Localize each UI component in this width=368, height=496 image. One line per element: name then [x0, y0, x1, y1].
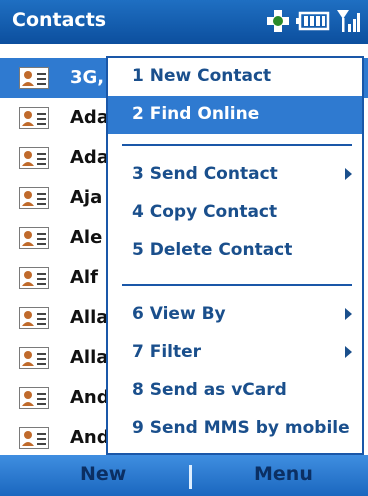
- contact-card-icon: [19, 427, 49, 449]
- app-title: Contacts: [12, 9, 107, 31]
- submenu-arrow-icon: [345, 168, 352, 180]
- connectivity-icon: [267, 10, 289, 32]
- contact-name: 3G,: [70, 67, 105, 88]
- softkey-divider: [189, 465, 192, 489]
- menu-item-send-contact[interactable]: 3 Send Contact: [108, 156, 362, 194]
- battery-icon: [296, 11, 330, 31]
- contact-card-icon: [19, 67, 49, 89]
- contact-name: Alla: [70, 307, 109, 328]
- contact-name: Aja: [70, 187, 103, 208]
- title-bar: Contacts: [0, 0, 368, 44]
- menu-separator: [122, 284, 352, 286]
- menu-item-new-contact[interactable]: 1 New Contact: [108, 58, 362, 96]
- contact-name: Ada: [70, 107, 109, 128]
- menu-item-delete-contact[interactable]: 5 Delete Contact: [108, 232, 362, 270]
- menu-item-label: 3 Send Contact: [132, 164, 278, 184]
- contact-card-icon: [19, 227, 49, 249]
- menu-item-find-online[interactable]: 2 Find Online: [108, 96, 362, 134]
- menu-item-label: 9 Send MMS by mobile: [132, 418, 350, 438]
- contact-card-icon: [19, 307, 49, 329]
- menu-item-label: 8 Send as vCard: [132, 380, 287, 400]
- contact-card-icon: [19, 187, 49, 209]
- contact-card-icon: [19, 387, 49, 409]
- contact-name: Ada: [70, 147, 109, 168]
- menu-item-send-vcard[interactable]: 8 Send as vCard: [108, 372, 362, 410]
- contact-card-icon: [19, 267, 49, 289]
- menu-item-view-by[interactable]: 6 View By: [108, 296, 362, 334]
- contact-name: And: [70, 427, 110, 448]
- submenu-arrow-icon: [345, 308, 352, 320]
- menu-item-label: 1 New Contact: [132, 66, 272, 86]
- menu-item-label: 5 Delete Contact: [132, 240, 293, 260]
- contact-card-icon: [19, 107, 49, 129]
- contact-name: And: [70, 387, 110, 408]
- contact-card-icon: [19, 347, 49, 369]
- contact-name: Ale: [70, 227, 103, 248]
- right-softkey-menu[interactable]: Menu: [254, 463, 313, 485]
- signal-icon: [337, 10, 360, 32]
- softkey-bar: New Menu: [0, 455, 368, 496]
- left-softkey-new[interactable]: New: [80, 463, 126, 485]
- contact-card-icon: [19, 147, 49, 169]
- menu-item-filter[interactable]: 7 Filter: [108, 334, 362, 372]
- contact-name: Alf: [70, 267, 98, 288]
- contact-name: Alla: [70, 347, 109, 368]
- status-icons: [266, 8, 360, 34]
- new-popup-menu: 1 New Contact 2 Find Online 3 Send Conta…: [106, 56, 364, 455]
- submenu-arrow-icon: [345, 346, 352, 358]
- menu-item-copy-contact[interactable]: 4 Copy Contact: [108, 194, 362, 232]
- menu-item-label: 2 Find Online: [132, 104, 260, 124]
- menu-item-send-mms[interactable]: 9 Send MMS by mobile: [108, 410, 362, 448]
- menu-item-label: 7 Filter: [132, 342, 202, 362]
- menu-item-label: 4 Copy Contact: [132, 202, 278, 222]
- menu-item-label: 6 View By: [132, 304, 226, 324]
- menu-separator: [122, 144, 352, 146]
